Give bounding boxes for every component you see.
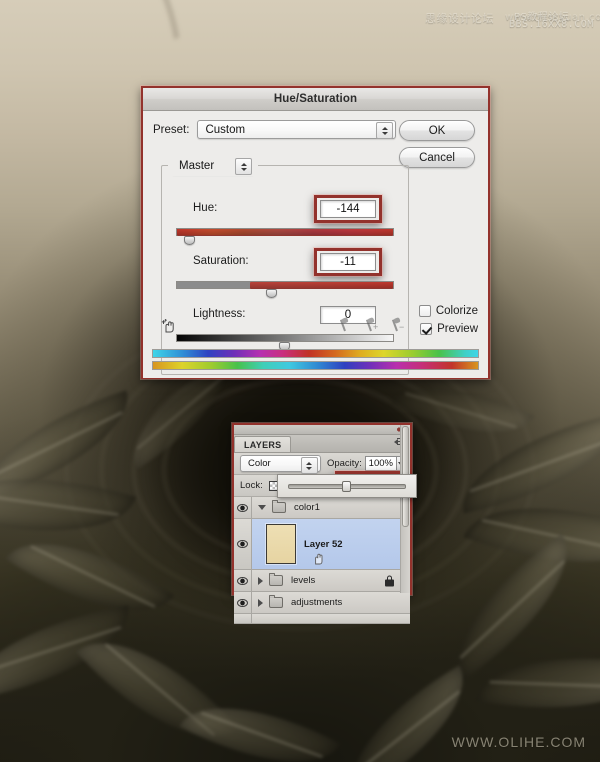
adjustment-fieldset: Master Hue: -144 Saturation: -11 Lightne… bbox=[161, 155, 409, 375]
colorize-label: Colorize bbox=[435, 305, 478, 317]
watermark-bottom-right: WWW.OLIHE.COM bbox=[451, 734, 586, 750]
folder-icon bbox=[269, 594, 283, 608]
colorize-row[interactable]: Colorize bbox=[418, 305, 478, 317]
layer-thumbnail bbox=[266, 524, 296, 564]
panel-tab-bar: LAYERS bbox=[234, 435, 410, 453]
tab-layers[interactable]: LAYERS bbox=[234, 436, 292, 452]
spectrum-bar-original bbox=[152, 349, 479, 358]
eyedropper-icon[interactable] bbox=[339, 317, 353, 333]
chevron-updown-icon bbox=[376, 122, 394, 139]
layer-name: color1 bbox=[294, 502, 320, 513]
watermark-forum-cn: 思缘设计论坛 bbox=[425, 12, 494, 25]
eyedropper-subtract-icon[interactable] bbox=[391, 317, 405, 333]
fill-slider-track[interactable] bbox=[288, 480, 406, 492]
chevron-updown-icon bbox=[235, 158, 252, 175]
lightness-track[interactable] bbox=[176, 334, 394, 342]
hue-track[interactable] bbox=[176, 228, 394, 236]
ok-button[interactable]: OK bbox=[399, 120, 475, 141]
layers-scrollbar[interactable] bbox=[400, 425, 410, 593]
folder-icon bbox=[272, 499, 286, 513]
hue-saturation-dialog: Hue/Saturation Preset: Custom OK Cancel … bbox=[141, 86, 490, 379]
layers-panel: LAYERS Color Opacity: 100% Lock: Fill: 4… bbox=[232, 423, 417, 624]
saturation-slider-thumb[interactable] bbox=[266, 289, 277, 298]
layer-visibility-toggle[interactable] bbox=[234, 614, 252, 623]
screenshot-root: 思缘设计论坛 www.missyuan.com PS教程论坛 BBS.16XX8… bbox=[0, 0, 600, 762]
table-row[interactable]: levels bbox=[234, 570, 410, 592]
layer-visibility-toggle[interactable] bbox=[234, 570, 252, 591]
cancel-button[interactable]: Cancel bbox=[399, 147, 475, 168]
blend-mode-dropdown[interactable]: Color bbox=[240, 455, 321, 474]
opacity-label: Opacity: bbox=[326, 458, 362, 469]
channel-value: Master bbox=[179, 159, 215, 172]
preview-checkbox[interactable] bbox=[420, 323, 433, 335]
hue-slider-thumb[interactable] bbox=[184, 236, 195, 245]
panel-grip[interactable] bbox=[234, 425, 410, 435]
preview-label: Preview bbox=[437, 323, 478, 335]
eye-icon bbox=[237, 503, 248, 512]
layer-visibility-toggle[interactable] bbox=[234, 592, 252, 613]
opacity-value-field[interactable]: 100% bbox=[364, 456, 397, 471]
preset-dropdown[interactable]: Custom bbox=[197, 120, 397, 139]
spectrum-bar-adjusted bbox=[152, 361, 479, 370]
hand-cursor-icon bbox=[312, 551, 325, 565]
layer-list: color1 Layer 52 levels adjustments bbox=[234, 497, 410, 624]
layer-name: Layer 52 bbox=[304, 538, 343, 550]
chevron-updown-icon bbox=[300, 457, 318, 474]
layer-visibility-toggle[interactable] bbox=[234, 497, 252, 518]
table-row[interactable]: color1 bbox=[234, 497, 410, 519]
channel-dropdown[interactable]: Master bbox=[168, 155, 258, 176]
layer-locked-icon bbox=[385, 575, 394, 586]
hue-value-highlight bbox=[314, 195, 382, 223]
preset-value: Custom bbox=[205, 123, 246, 136]
on-image-adjust-hand-icon[interactable] bbox=[161, 318, 177, 334]
preset-label: Preset: bbox=[153, 123, 190, 136]
table-row-partial[interactable] bbox=[234, 614, 410, 624]
lock-label: Lock: bbox=[240, 480, 263, 491]
eye-icon bbox=[237, 540, 248, 548]
chevron-down-icon[interactable] bbox=[258, 505, 266, 510]
dialog-body: Preset: Custom OK Cancel Master Hue: -14… bbox=[143, 111, 488, 378]
saturation-track[interactable] bbox=[176, 281, 394, 289]
saturation-label: Saturation: bbox=[193, 255, 249, 267]
eye-icon bbox=[237, 598, 248, 607]
table-row[interactable]: adjustments bbox=[234, 592, 410, 614]
eyedropper-group bbox=[339, 317, 405, 333]
preview-row[interactable]: Preview bbox=[420, 323, 478, 335]
dialog-title: Hue/Saturation bbox=[273, 93, 358, 105]
fill-slider-flyout[interactable] bbox=[277, 474, 417, 498]
blend-mode-value: Color bbox=[248, 458, 271, 469]
eye-icon bbox=[237, 576, 248, 585]
lightness-label: Lightness: bbox=[193, 308, 246, 320]
watermark-bbs: BBS.16XX8.COM bbox=[509, 19, 594, 30]
layer-visibility-toggle[interactable] bbox=[234, 519, 252, 569]
fill-slider-thumb[interactable] bbox=[342, 480, 351, 492]
folder-icon bbox=[269, 572, 283, 586]
table-row[interactable]: Layer 52 bbox=[234, 519, 410, 570]
dialog-titlebar: Hue/Saturation bbox=[143, 88, 488, 111]
saturation-value-highlight bbox=[314, 248, 382, 276]
chevron-right-icon[interactable] bbox=[258, 598, 263, 607]
colorize-checkbox[interactable] bbox=[418, 305, 431, 317]
layer-name: adjustments bbox=[291, 597, 343, 608]
eyedropper-add-icon[interactable] bbox=[365, 317, 379, 333]
spectrum-bars bbox=[152, 349, 479, 370]
chevron-right-icon[interactable] bbox=[258, 576, 263, 585]
hue-label: Hue: bbox=[193, 202, 218, 214]
layer-name: levels bbox=[291, 575, 316, 586]
